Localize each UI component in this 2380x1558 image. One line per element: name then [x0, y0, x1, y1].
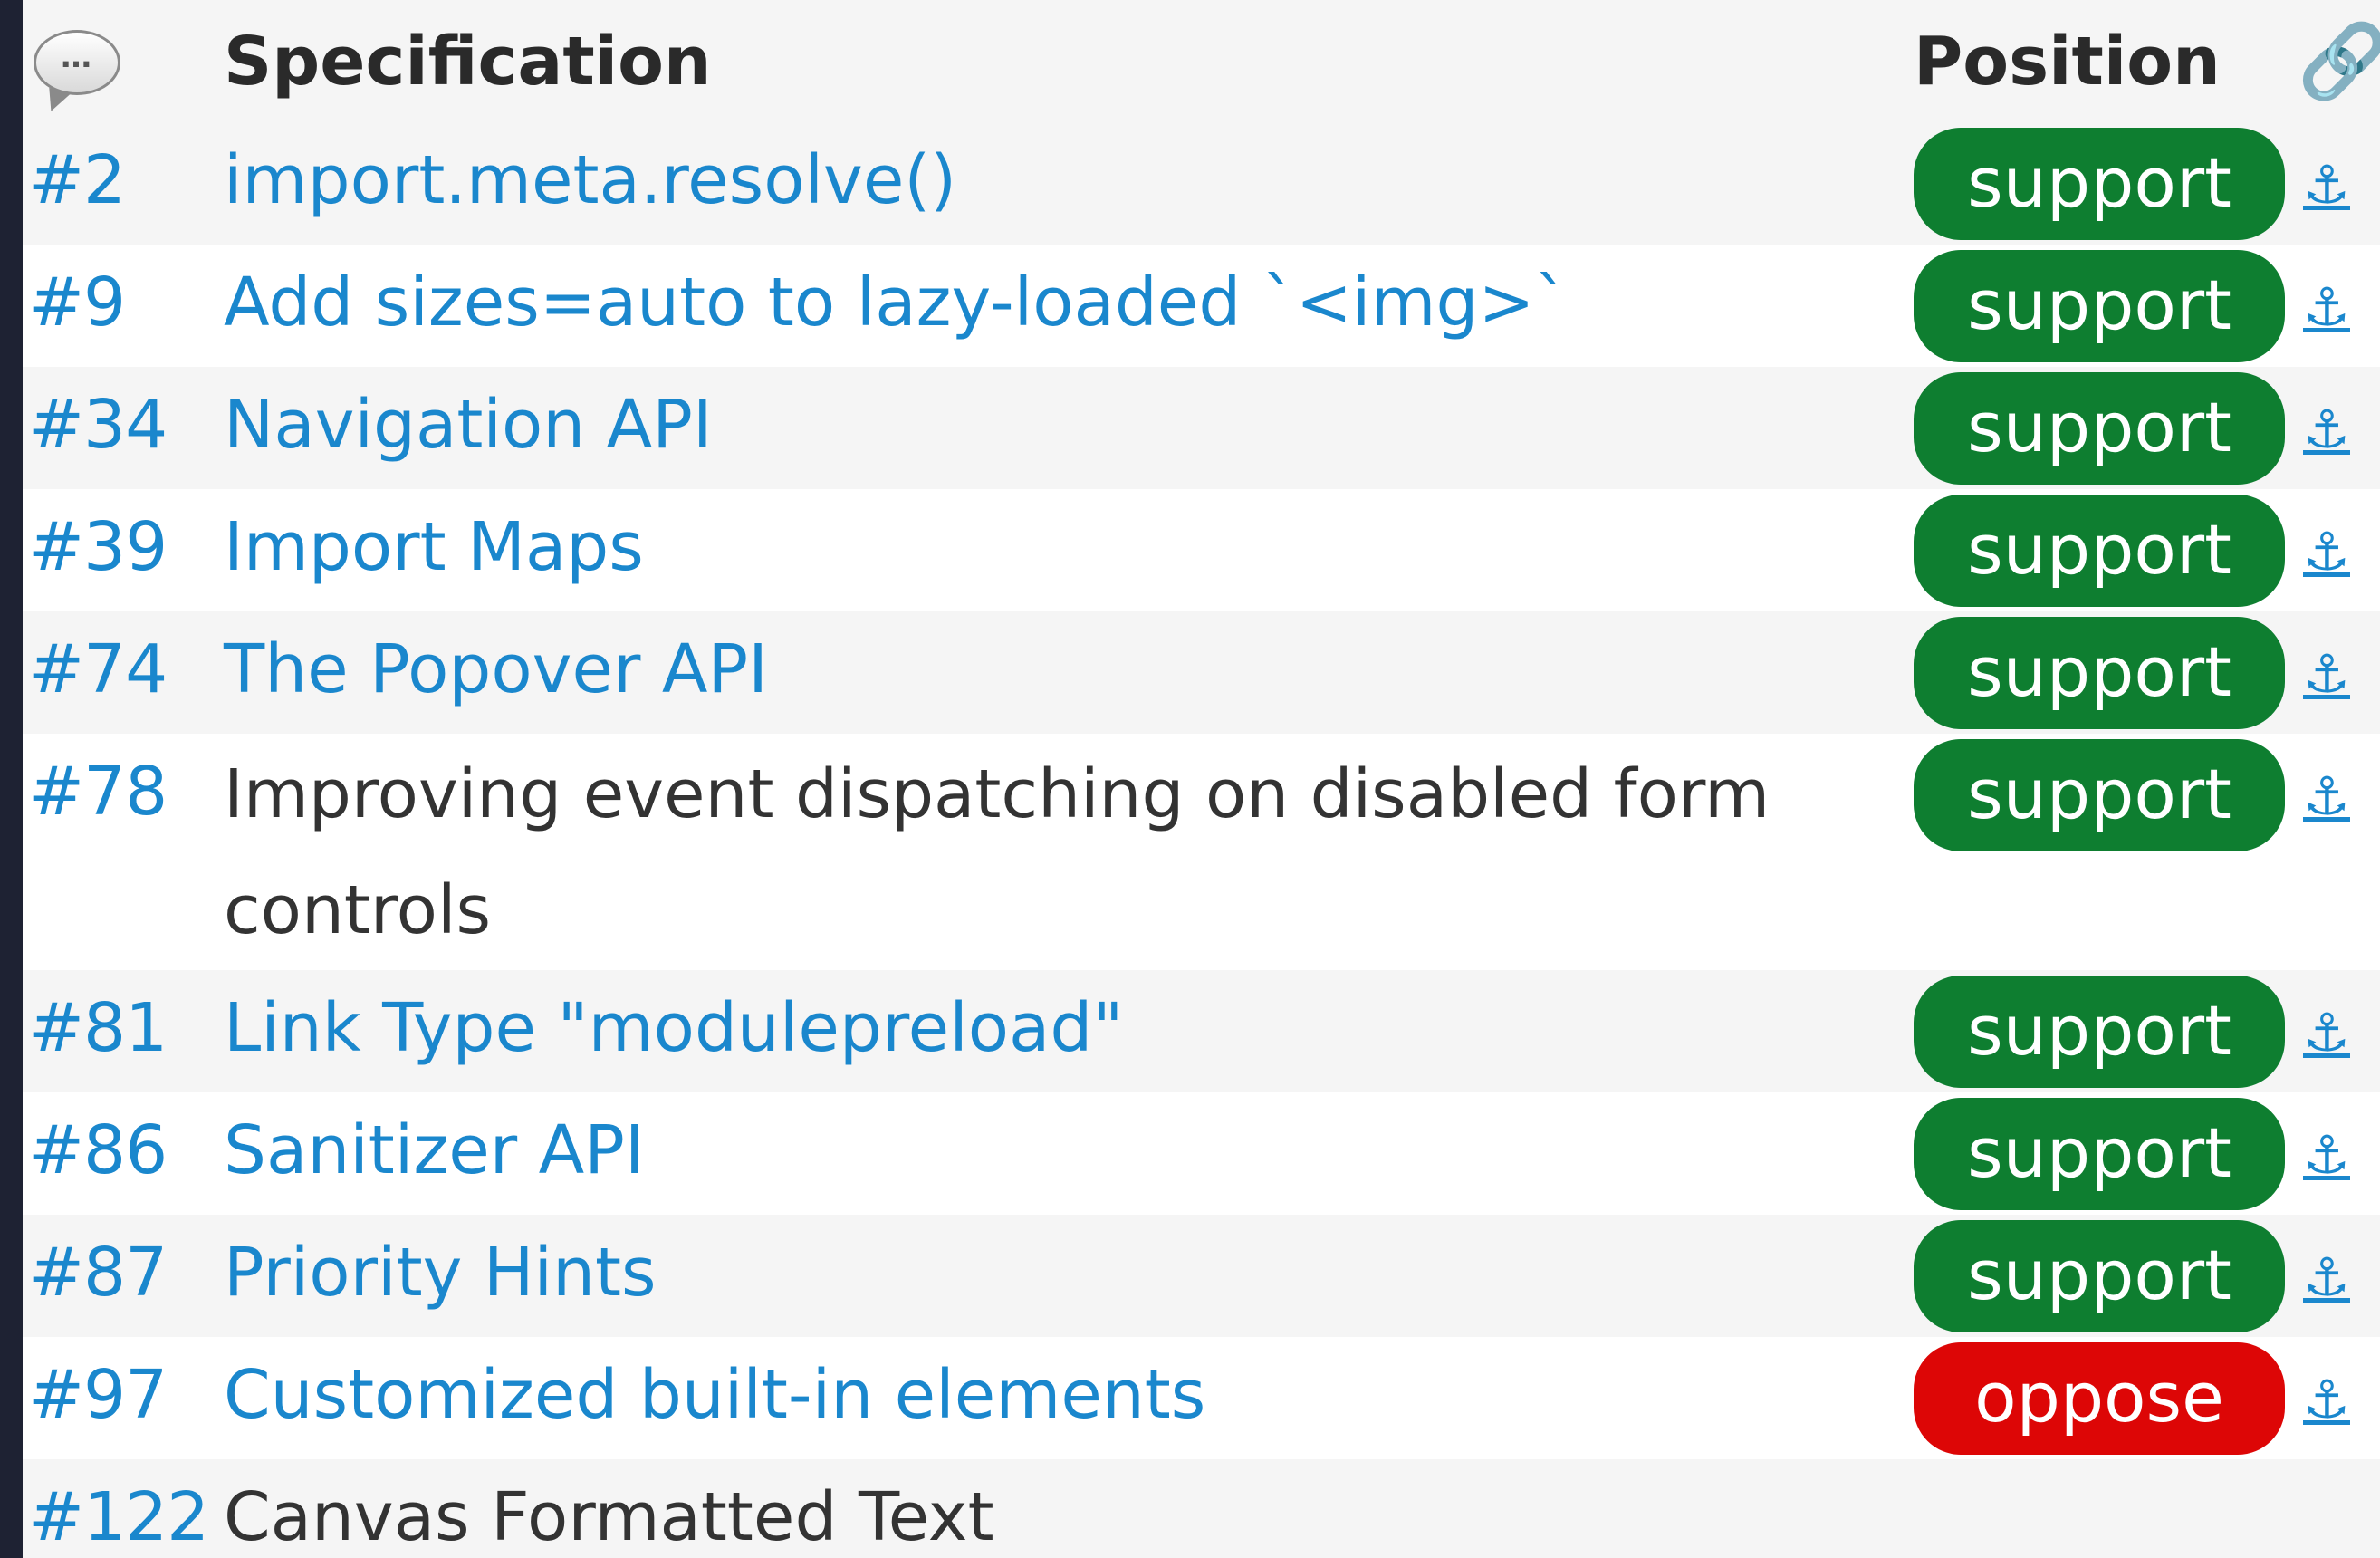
header-position: Position [1914, 0, 2298, 122]
anchor-icon[interactable]: ⚓ [2298, 494, 2350, 610]
speech-bubble-icon: … [34, 29, 120, 95]
position-badge: support [1914, 495, 2285, 607]
anchor-icon[interactable]: ⚓ [2298, 1097, 2350, 1213]
table-row: #9 Add sizes=auto to lazy-loaded `<img>`… [23, 245, 2380, 367]
positions-table: … Specification Position 🔗 #2 import.met… [23, 0, 2380, 1558]
header-specification: Specification [224, 0, 1914, 122]
table-row: #86 Sanitizer API support ⚓ [23, 1092, 2380, 1215]
table-row: #81 Link Type "modulepreload" support ⚓ [23, 970, 2380, 1092]
position-badge: support [1914, 250, 2285, 362]
issue-number-link[interactable]: #86 [23, 1092, 224, 1208]
anchor-icon[interactable]: ⚓ [2298, 127, 2350, 243]
anchor-icon[interactable]: ⚓ [2298, 1219, 2350, 1335]
spec-link[interactable]: Add sizes=auto to lazy-loaded `<img>` [224, 264, 1568, 341]
anchor-icon[interactable]: ⚓ [2298, 1342, 2350, 1457]
header-comment-cell: … [23, 0, 224, 122]
position-badge: support [1914, 372, 2285, 485]
chain-link-icon: 🔗 [2298, 18, 2380, 103]
position-badge: oppose [1914, 1342, 2285, 1455]
spec-link[interactable]: Link Type "modulepreload" [224, 989, 1123, 1067]
issue-number-link[interactable]: #39 [23, 489, 224, 605]
spec-title: Improving event dispatching on disabled … [224, 755, 1771, 949]
spec-link[interactable]: Priority Hints [224, 1234, 657, 1312]
table-header-row: … Specification Position 🔗 [23, 0, 2380, 122]
issue-number-link[interactable]: #9 [23, 245, 224, 361]
position-badge: support [1914, 739, 2285, 851]
spec-link[interactable]: Sanitizer API [224, 1111, 645, 1189]
issue-number-link[interactable]: #81 [23, 970, 224, 1086]
table-row: #74 The Popover API support ⚓ [23, 611, 2380, 734]
spec-link[interactable]: Customized built-in elements [224, 1356, 1205, 1434]
spec-title: Canvas Formatted Text [224, 1478, 994, 1556]
issue-number-link[interactable]: #74 [23, 611, 224, 727]
spec-link[interactable]: Navigation API [224, 386, 713, 464]
position-badge: support [1914, 1098, 2285, 1210]
table-row: #78 Improving event dispatching on disab… [23, 734, 2380, 970]
table-row: #97 Customized built-in elements oppose … [23, 1337, 2380, 1459]
table-row: #2 import.meta.resolve() support ⚓ [23, 122, 2380, 245]
spec-link[interactable]: Import Maps [224, 508, 644, 586]
anchor-icon[interactable]: ⚓ [2298, 738, 2350, 854]
issue-number-link[interactable]: #87 [23, 1215, 224, 1331]
anchor-icon[interactable]: ⚓ [2298, 371, 2350, 487]
table-row: #87 Priority Hints support ⚓ [23, 1215, 2380, 1337]
position-badge: support [1914, 976, 2285, 1088]
link-cell-empty [2298, 1459, 2380, 1558]
anchor-icon[interactable]: ⚓ [2298, 975, 2350, 1091]
position-badge: support [1914, 617, 2285, 729]
issue-number-link[interactable]: #97 [23, 1337, 224, 1453]
issue-number-link[interactable]: #34 [23, 367, 224, 483]
anchor-icon[interactable]: ⚓ [2298, 616, 2350, 732]
table-row: #39 Import Maps support ⚓ [23, 489, 2380, 611]
table-row: #122 Canvas Formatted Text [23, 1459, 2380, 1558]
issue-number-link[interactable]: #78 [23, 734, 224, 850]
issue-number-link[interactable]: #2 [23, 122, 224, 238]
issue-number-link[interactable]: #122 [23, 1459, 224, 1558]
table-row: #34 Navigation API support ⚓ [23, 367, 2380, 489]
position-cell-empty [1914, 1459, 2298, 1558]
position-badge: support [1914, 1220, 2285, 1332]
position-badge: support [1914, 128, 2285, 240]
anchor-icon[interactable]: ⚓ [2298, 249, 2350, 365]
positions-page: … Specification Position 🔗 #2 import.met… [23, 0, 2380, 1558]
spec-link[interactable]: The Popover API [224, 630, 768, 708]
header-link-cell: 🔗 [2298, 0, 2380, 122]
spec-link[interactable]: import.meta.resolve() [224, 141, 956, 219]
